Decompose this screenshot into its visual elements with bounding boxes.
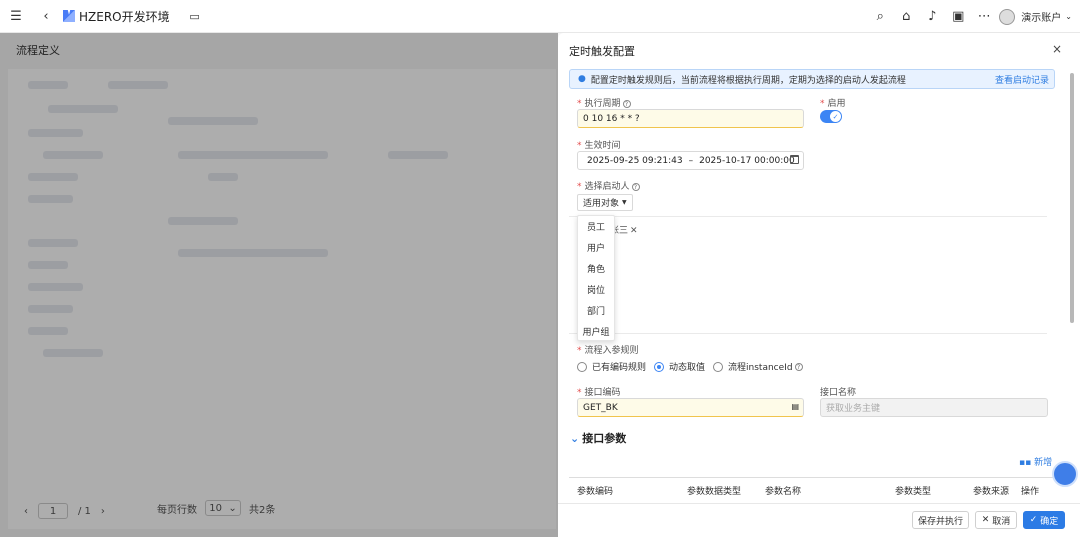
- view-start-records-link[interactable]: 查看启动记录: [995, 73, 1049, 86]
- scope-dropdown-menu: 员工 用户 角色 岗位 部门 用户组: [577, 215, 615, 341]
- divider: [569, 333, 1047, 334]
- toolbar-right: ⌕ ⌂ ♪ ▣ ⋯ 演示账户 ⌄: [869, 0, 1072, 33]
- effective-range-input[interactable]: 2025-09-25 09:21:43 – 2025-10-17 00:00:0…: [577, 151, 804, 170]
- divider: [569, 216, 1047, 217]
- cycle-input[interactable]: 0 10 16 * * ?: [577, 109, 804, 128]
- effective-label-text: 生效时间: [584, 141, 621, 151]
- check-icon: ✓: [1029, 515, 1038, 525]
- close-icon: ✕: [981, 515, 990, 525]
- user-name[interactable]: 演示账户: [1021, 9, 1061, 24]
- monitor-icon[interactable]: ▭: [184, 5, 206, 27]
- drawer-scrollbar[interactable]: [1070, 73, 1074, 323]
- api-code-label-text: 接口编码: [584, 388, 621, 398]
- effective-start: 2025-09-25 09:21:43: [587, 155, 683, 166]
- info-text: 配置定时触发规则后，当前流程将根据执行周期，定期为选择的启动人发起流程: [590, 75, 906, 86]
- search-icon[interactable]: ⌕: [869, 6, 891, 28]
- th-actions: 操作: [1021, 487, 1040, 497]
- api-params-section[interactable]: ⌄ 接口参数: [570, 430, 626, 446]
- drawer-title: 定时触发配置: [569, 45, 635, 58]
- avatar[interactable]: [999, 8, 1016, 25]
- calendar-icon[interactable]: [790, 155, 799, 164]
- scope-dropdown-button[interactable]: 适用对象 ▼: [577, 194, 633, 211]
- modal-overlay[interactable]: [0, 33, 558, 537]
- cycle-label: * 执行周期?: [577, 96, 631, 109]
- enable-label: * 启用: [820, 99, 846, 109]
- add-param-button[interactable]: ▪▪ 新增: [1019, 455, 1052, 468]
- starter-label-text: 选择启动人: [584, 182, 630, 192]
- th-param-name: 参数名称: [765, 487, 802, 497]
- help-icon[interactable]: ?: [622, 99, 631, 108]
- brand-logo-icon: [63, 10, 75, 22]
- th-param-data-type: 参数数据类型: [687, 487, 742, 497]
- info-pin-icon: ●: [578, 74, 586, 84]
- effective-end: 2025-10-17 00:00:00: [699, 155, 795, 166]
- th-param-code: 参数编码: [577, 487, 614, 497]
- api-code-label: * 接口编码: [577, 388, 621, 398]
- chevron-down-icon: ⌄: [570, 432, 580, 445]
- radio-dynamic-value[interactable]: [654, 361, 665, 372]
- menu-item-employee[interactable]: 员工: [578, 216, 614, 237]
- api-code-value: GET_BK: [583, 402, 618, 413]
- scope-button-label: 适用对象: [583, 199, 620, 209]
- section-title-text: 接口参数: [582, 432, 627, 445]
- param-rule-radio-group: 已有编码规则 动态取值 流程instanceId?: [577, 360, 803, 373]
- api-name-placeholder: 获取业务主键: [826, 404, 881, 414]
- caret-down-icon: ▼: [622, 199, 627, 206]
- ok-label: 确定: [1040, 516, 1059, 527]
- ok-button[interactable]: ✓ 确定: [1023, 511, 1065, 529]
- param-rule-label: * 流程入参规则: [577, 346, 639, 356]
- add-row-icon: ▪▪: [1019, 458, 1035, 468]
- cancel-button[interactable]: ✕ 取消: [975, 511, 1017, 529]
- help-icon[interactable]: ?: [631, 182, 640, 191]
- menu-item-user[interactable]: 用户: [578, 237, 614, 258]
- radio-instance-id[interactable]: [713, 361, 724, 372]
- enable-toggle[interactable]: ✓: [820, 110, 842, 123]
- th-param-source: 参数来源: [973, 487, 1010, 497]
- menu-item-user-group[interactable]: 用户组: [578, 321, 614, 342]
- save-and-run-button[interactable]: 保存并执行: [912, 511, 969, 529]
- api-name-input: 获取业务主键: [820, 398, 1048, 417]
- cycle-value: 0 10 16 * * ?: [583, 113, 640, 124]
- shirt-icon[interactable]: ▣: [947, 6, 969, 28]
- floating-help-button[interactable]: [1052, 461, 1078, 487]
- params-table-header: 参数编码 参数数据类型 参数名称 参数类型 参数来源 操作: [569, 477, 1066, 500]
- more-icon[interactable]: ⋯: [973, 6, 995, 28]
- effective-label: * 生效时间: [577, 141, 621, 151]
- top-bar: ☰ ‹ HZERO开发环境 ▭ ⌕ ⌂ ♪ ▣ ⋯ 演示账户 ⌄: [0, 0, 1080, 33]
- hamburger-icon[interactable]: ☰: [5, 5, 27, 27]
- timer-trigger-drawer: 定时触发配置 × ● 配置定时触发规则后，当前流程将根据执行周期，定期为选择的启…: [558, 33, 1080, 537]
- param-rule-label-text: 流程入参规则: [584, 346, 639, 356]
- radio-existing-code-rule[interactable]: [577, 361, 587, 372]
- enable-label-text: 启用: [827, 99, 846, 109]
- add-label: 新增: [1034, 458, 1053, 468]
- menu-item-role[interactable]: 角色: [578, 258, 614, 279]
- env-title: HZERO开发环境: [79, 9, 170, 24]
- chevron-left-icon[interactable]: ‹: [35, 5, 57, 27]
- env-brand[interactable]: HZERO开发环境: [63, 8, 170, 25]
- lookup-icon[interactable]: ▤: [791, 402, 799, 411]
- check-icon: ✓: [830, 111, 841, 122]
- menu-item-department[interactable]: 部门: [578, 300, 614, 321]
- radio-label[interactable]: 流程instanceId: [728, 360, 793, 373]
- drawer-footer: 保存并执行 ✕ 取消 ✓ 确定: [558, 503, 1080, 537]
- chevron-down-icon[interactable]: ⌄: [1065, 12, 1072, 21]
- radio-label[interactable]: 已有编码规则: [592, 360, 646, 373]
- cycle-label-text: 执行周期: [584, 99, 621, 109]
- starter-label: * 选择启动人?: [577, 179, 640, 192]
- api-name-label: 接口名称: [820, 388, 857, 398]
- home-icon[interactable]: ⌂: [895, 6, 917, 28]
- info-banner: ● 配置定时触发规则后，当前流程将根据执行周期，定期为选择的启动人发起流程 查看…: [569, 69, 1055, 89]
- radio-label[interactable]: 动态取值: [669, 360, 705, 373]
- help-icon[interactable]: ?: [794, 362, 803, 371]
- th-param-type: 参数类型: [895, 487, 932, 497]
- close-icon[interactable]: ×: [1052, 42, 1062, 56]
- remove-tag-icon[interactable]: ✕: [630, 226, 638, 236]
- api-code-input[interactable]: GET_BK ▤: [577, 398, 804, 417]
- range-separator: –: [688, 155, 694, 166]
- menu-item-position[interactable]: 岗位: [578, 279, 614, 300]
- bell-icon[interactable]: ♪: [921, 6, 943, 28]
- cancel-label: 取消: [992, 516, 1011, 527]
